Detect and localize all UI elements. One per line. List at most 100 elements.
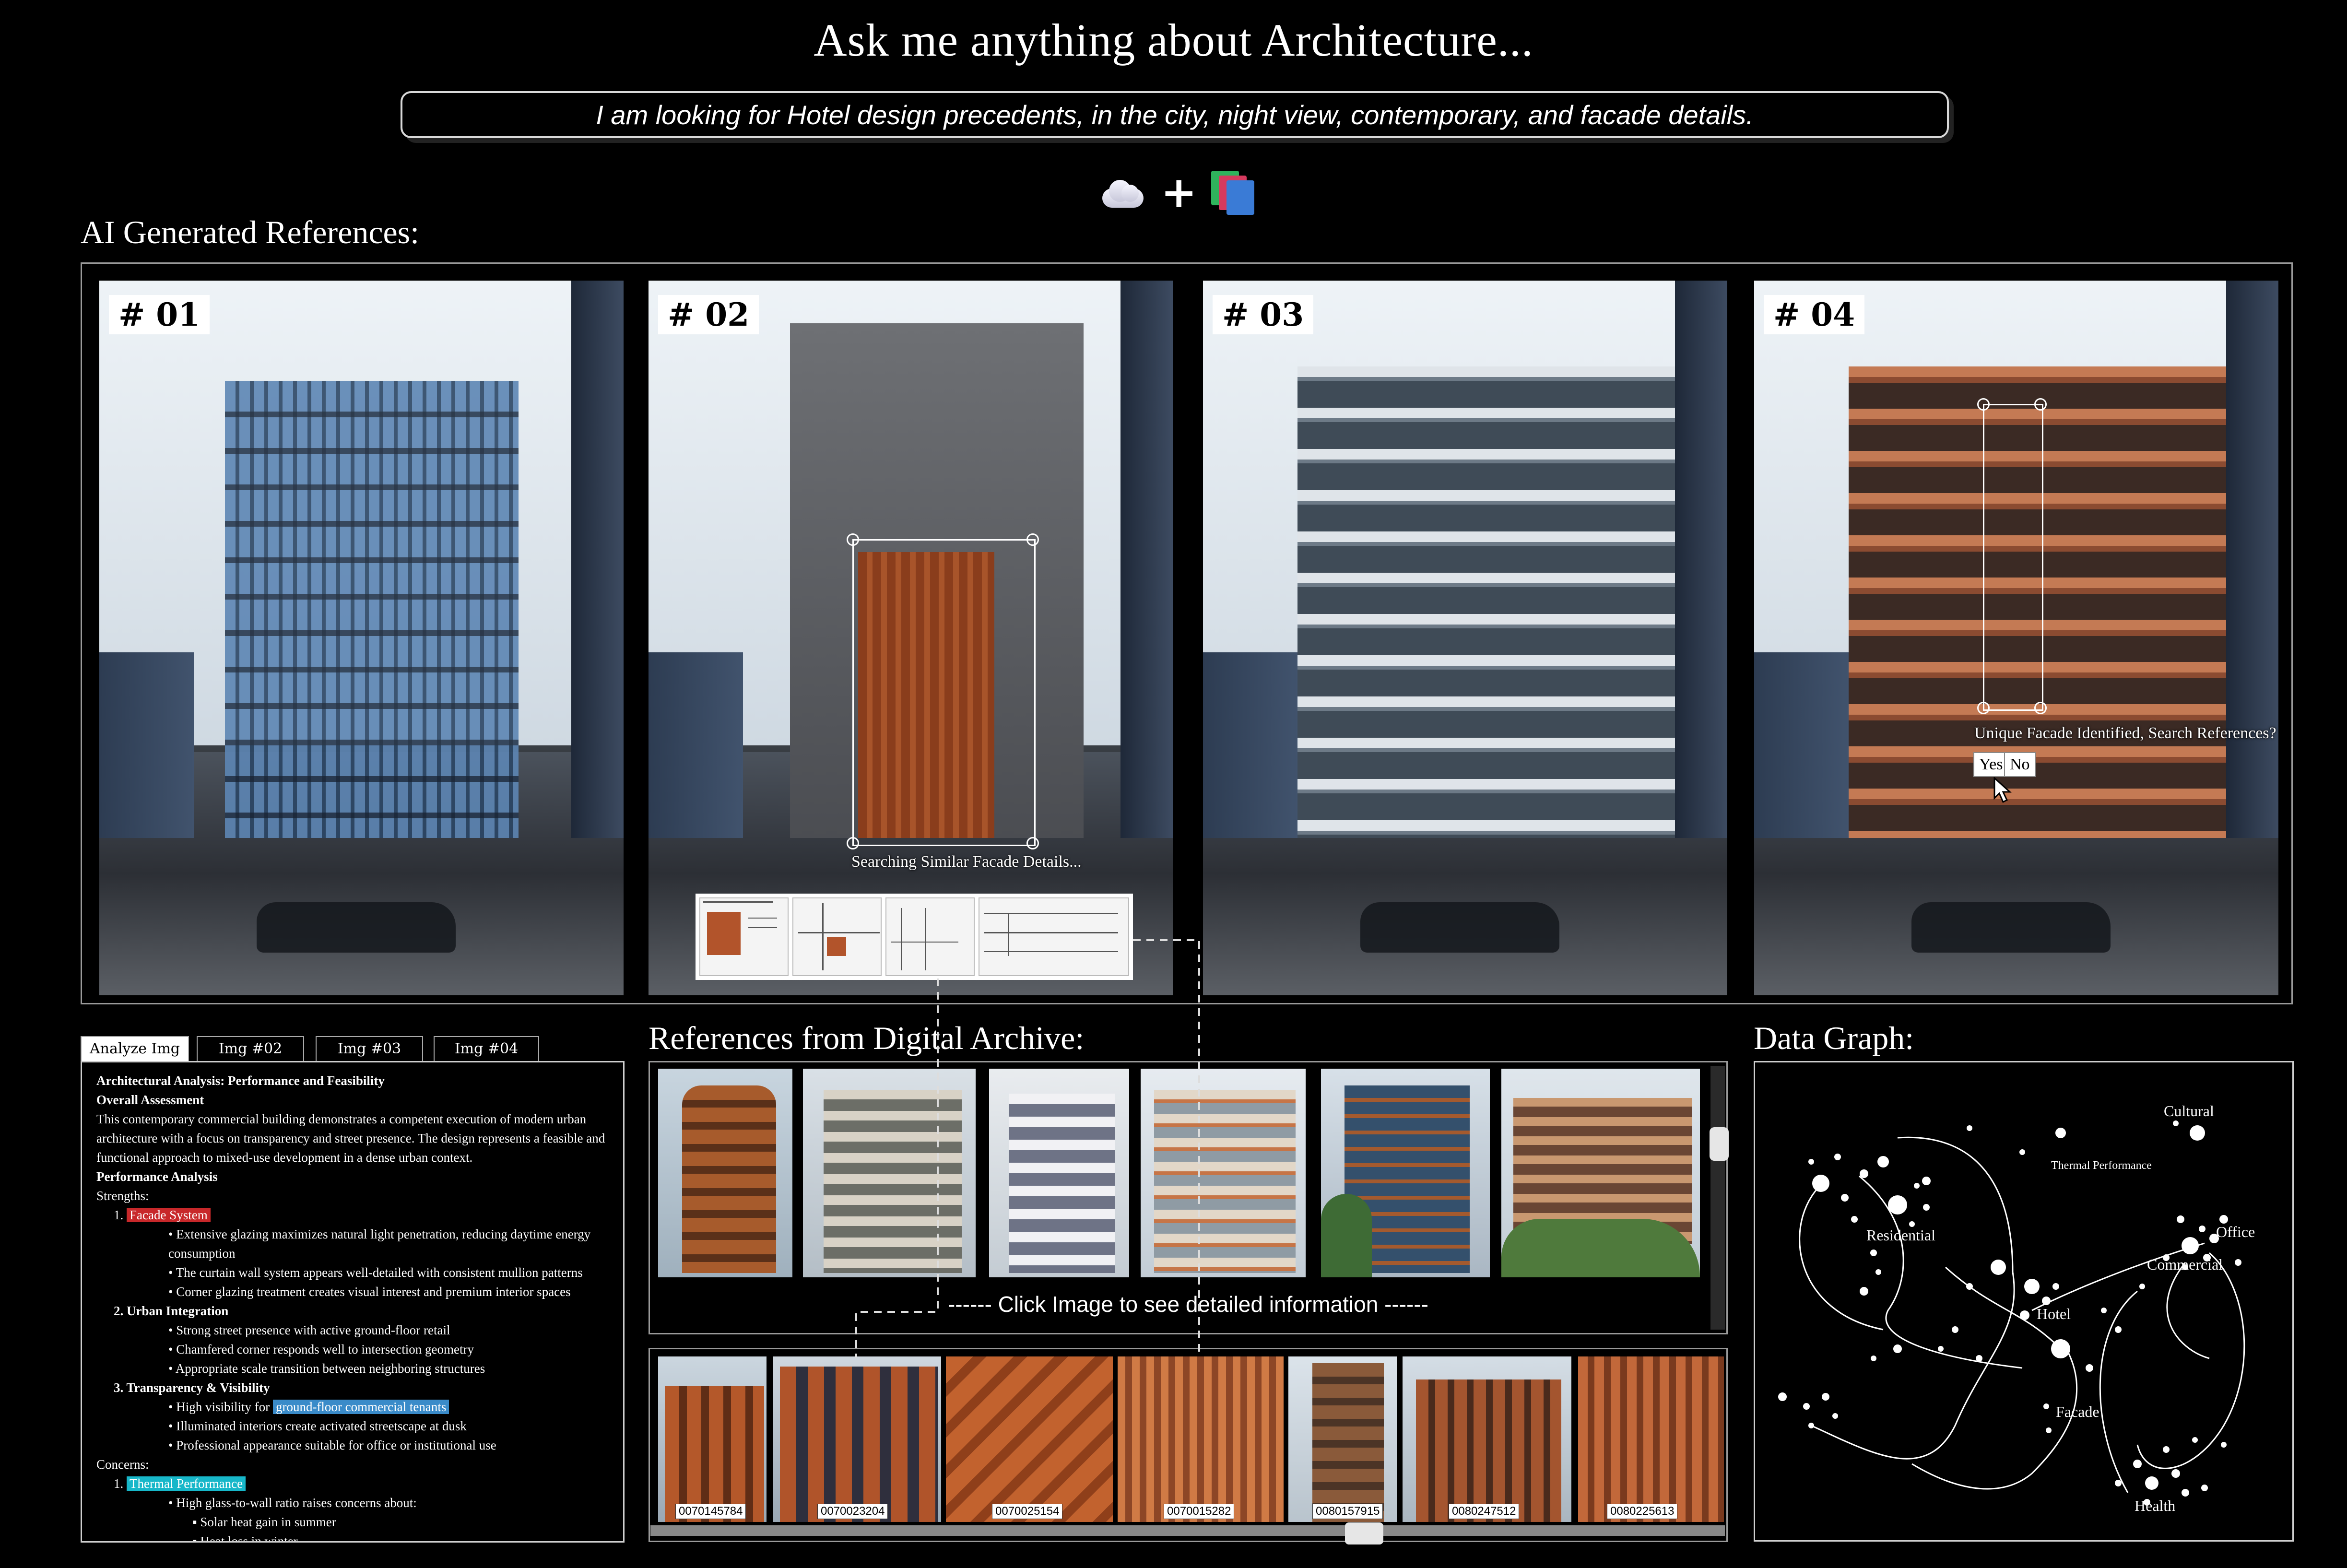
archive-thumbnail[interactable]: 0070015282 xyxy=(1118,1356,1284,1522)
tab-img02[interactable]: Img #02 xyxy=(197,1036,304,1061)
image-label: # 03 xyxy=(1213,295,1314,334)
page-title: Ask me anything about Architecture... xyxy=(814,14,1533,66)
reference-thumbnail[interactable] xyxy=(1141,1069,1306,1277)
data-graph[interactable]: Cultural Thermal Performance Residential… xyxy=(1754,1061,2294,1542)
list-item: • Illuminated interiors create activated… xyxy=(168,1419,467,1433)
frame-handle[interactable] xyxy=(1977,398,1990,411)
list-item: • Strong street presence with active gro… xyxy=(168,1323,450,1337)
stacked-books-icon[interactable] xyxy=(1211,171,1255,215)
facade-prompt-text: Unique Facade Identified, Search Referen… xyxy=(1974,724,2276,742)
reference-thumbnail[interactable] xyxy=(803,1069,976,1277)
list-item: ▪ Solar heat gain in summer xyxy=(192,1515,336,1529)
concern-heading: 1. Thermal Performance xyxy=(96,1474,609,1493)
facade-detail-sheets[interactable] xyxy=(696,894,1133,980)
node-label-cultural[interactable]: Cultural xyxy=(2164,1102,2214,1120)
reference-thumbnail[interactable] xyxy=(989,1069,1129,1277)
strength-heading: 1. Facade System xyxy=(96,1205,609,1225)
strengths-label: Strengths: xyxy=(96,1189,149,1203)
image-label: # 01 xyxy=(109,295,210,334)
archive-id: 0070015282 xyxy=(1164,1504,1235,1519)
tab-img03[interactable]: Img #03 xyxy=(316,1036,423,1061)
facade-selection-frame[interactable] xyxy=(852,539,1036,846)
strength-heading: 3. Transparency & Visibility xyxy=(114,1380,270,1395)
performance-heading: Performance Analysis xyxy=(96,1169,218,1184)
archive-thumbnail[interactable]: 0080247512 xyxy=(1403,1356,1571,1522)
concerns-label: Concerns: xyxy=(96,1457,149,1472)
tab-img04[interactable]: Img #04 xyxy=(434,1036,539,1061)
references-scrollbar[interactable] xyxy=(1710,1066,1725,1330)
list-item: • Appropriate scale transition between n… xyxy=(168,1361,485,1376)
frame-handle[interactable] xyxy=(847,533,859,546)
list-item: • Corner glazing treatment creates visua… xyxy=(168,1285,571,1299)
archive-thumbnail[interactable]: 0080225613 xyxy=(1578,1356,1724,1522)
node-label-health[interactable]: Health xyxy=(2135,1497,2175,1514)
archive-id: 0070145784 xyxy=(675,1504,746,1519)
detail-sheet[interactable] xyxy=(792,897,882,976)
references-scroll-thumb[interactable] xyxy=(1710,1127,1729,1161)
data-graph-heading: Data Graph: xyxy=(1754,1020,1914,1056)
archive-id: 0080247512 xyxy=(1449,1504,1520,1519)
frame-handle[interactable] xyxy=(1977,702,1990,714)
archive-id: 0070025154 xyxy=(992,1504,1063,1519)
list-item: • Chamfered corner responds well to inte… xyxy=(168,1342,474,1356)
facade-selection-frame[interactable] xyxy=(1983,404,2043,711)
generated-image-01[interactable]: # 01 xyxy=(99,281,624,995)
frame-handle[interactable] xyxy=(2034,398,2047,411)
image-label: # 02 xyxy=(658,295,759,334)
archive-id: 0080157915 xyxy=(1312,1504,1383,1519)
strength-heading: 2. Urban Integration xyxy=(114,1304,229,1318)
list-item: • Extensive glazing maximizes natural li… xyxy=(168,1227,591,1261)
image-label: # 04 xyxy=(1764,295,1865,334)
node-label-thermal-performance[interactable]: Thermal Performance xyxy=(2051,1159,2152,1172)
detail-sheet[interactable] xyxy=(979,897,1129,976)
list-item: • Professional appearance suitable for o… xyxy=(168,1438,496,1452)
references-caption: ------ Click Image to see detailed infor… xyxy=(947,1292,1428,1317)
highlight-ground-floor[interactable]: ground-floor commercial tenants xyxy=(272,1400,449,1414)
plus-icon: + xyxy=(1161,167,1197,218)
cloud-icon[interactable] xyxy=(1098,176,1146,210)
detail-sheet[interactable] xyxy=(699,897,789,976)
analysis-title: Architectural Analysis: Performance and … xyxy=(96,1073,385,1088)
highlight-facade-system[interactable]: Facade System xyxy=(127,1208,211,1222)
archive-thumbnail[interactable]: 0070145784 xyxy=(658,1356,767,1522)
node-label-hotel[interactable]: Hotel xyxy=(2037,1305,2071,1322)
node-label-residential[interactable]: Residential xyxy=(1866,1226,1935,1244)
archive-scrollbar[interactable] xyxy=(650,1525,1725,1536)
tab-analyze-img01[interactable]: Analyze Img #01 xyxy=(81,1036,189,1081)
tool-icons-row: + xyxy=(1098,169,1255,217)
node-label-office[interactable]: Office xyxy=(2216,1223,2255,1240)
archive-scroll-thumb[interactable] xyxy=(1345,1522,1383,1544)
list-item: • The curtain wall system appears well-d… xyxy=(168,1265,583,1280)
reference-thumbnail[interactable] xyxy=(658,1069,792,1277)
overall-text: This contemporary commercial building de… xyxy=(96,1112,605,1165)
archive-id: 0070023204 xyxy=(817,1504,888,1519)
frame-handle[interactable] xyxy=(1026,837,1039,849)
archive-thumbnail[interactable]: 0070025154 xyxy=(946,1356,1113,1522)
detail-sheet[interactable] xyxy=(885,897,975,976)
no-button[interactable]: No xyxy=(2004,752,2036,777)
generated-image-03[interactable]: # 03 xyxy=(1203,281,1727,995)
archive-thumbnail[interactable]: 0080157915 xyxy=(1288,1356,1397,1522)
overall-heading: Overall Assessment xyxy=(96,1093,204,1107)
references-heading: References from Digital Archive: xyxy=(649,1020,1085,1056)
archive-id: 0080225613 xyxy=(1607,1504,1678,1519)
list-item: • High glass-to-wall ratio raises concer… xyxy=(168,1496,417,1510)
cursor-icon xyxy=(1993,777,2012,803)
search-query-field[interactable]: I am looking for Hotel design precedents… xyxy=(401,91,1949,138)
frame-handle[interactable] xyxy=(847,837,859,849)
graph-nodes xyxy=(1778,1120,2241,1506)
archive-thumbnail[interactable]: 0070023204 xyxy=(773,1356,941,1522)
list-item: ▪ Heat loss in winter xyxy=(192,1534,298,1543)
node-label-commercial[interactable]: Commercial xyxy=(2147,1256,2223,1273)
ai-generated-heading: AI Generated References: xyxy=(81,214,420,250)
list-item: • High visibility for ground-floor comme… xyxy=(96,1397,609,1416)
node-label-facade[interactable]: Facade xyxy=(2056,1403,2099,1420)
yes-button[interactable]: Yes xyxy=(1973,752,2009,777)
reference-thumbnail[interactable] xyxy=(1321,1069,1490,1277)
frame-handle[interactable] xyxy=(2034,702,2047,714)
frame-handle[interactable] xyxy=(1026,533,1039,546)
reference-thumbnail[interactable] xyxy=(1501,1069,1700,1277)
highlight-thermal-performance[interactable]: Thermal Performance xyxy=(127,1476,246,1491)
search-status-text: Searching Similar Facade Details... xyxy=(851,853,1082,871)
analysis-text-panel: Architectural Analysis: Performance and … xyxy=(81,1061,625,1543)
